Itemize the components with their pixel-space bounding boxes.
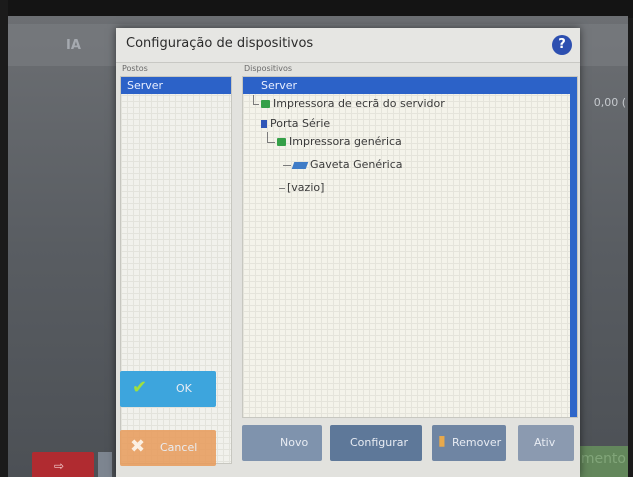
tree-line	[267, 132, 268, 142]
posto-item-label: Server	[127, 79, 164, 92]
configurar-button[interactable]: Configurar	[330, 425, 422, 461]
tree-item-screen-printer[interactable]: Impressora de ecrã do servidor	[261, 97, 445, 110]
tree-item-label: Porta Série	[270, 117, 331, 130]
tree-item-cash-drawer[interactable]: Gaveta Genérica	[291, 158, 403, 171]
tree-item-label: Impressora genérica	[289, 135, 402, 148]
tree-item-generic-printer[interactable]: Impressora genérica	[277, 135, 402, 148]
help-button[interactable]: ?	[552, 35, 572, 55]
dialog-header: Configuração de dispositivos ?	[116, 28, 580, 63]
cancel-label: Cancel	[160, 441, 198, 454]
novo-button[interactable]: Novo	[242, 425, 322, 461]
tree-item-label: [vazio]	[287, 181, 325, 194]
posto-item-server[interactable]: Server	[121, 77, 231, 94]
dialog-title: Configuração de dispositivos	[126, 36, 314, 51]
tree-line	[283, 165, 291, 166]
check-icon: ✔	[132, 377, 148, 398]
tree-root-server[interactable]: Server	[243, 77, 570, 94]
dispositivos-tree: Server Impressora de ecrã do servidor Po…	[242, 76, 578, 418]
vertical-scrollbar[interactable]	[570, 77, 577, 417]
configurar-label: Configurar	[350, 436, 409, 449]
ok-label: OK	[176, 382, 192, 395]
tree-line	[253, 104, 259, 105]
serial-port-icon	[261, 120, 267, 128]
ativ-button[interactable]: Ativ	[518, 425, 574, 461]
tree-root-label: Server	[261, 79, 298, 92]
background-button[interactable]	[98, 452, 112, 477]
background-exit-button[interactable]: ⇨	[32, 452, 94, 477]
ok-button[interactable]: ✔ OK	[120, 371, 216, 407]
background-label: IA	[66, 38, 81, 53]
novo-label: Novo	[280, 436, 309, 449]
printer-icon	[261, 100, 270, 108]
exit-icon: ⇨	[54, 459, 65, 473]
device-configuration-dialog: Configuração de dispositivos ? Postos Di…	[116, 28, 580, 477]
remover-label: Remover	[452, 436, 502, 449]
cancel-button[interactable]: ✖ Cancel	[120, 430, 216, 466]
tree-line	[279, 188, 285, 189]
printer-icon	[277, 138, 286, 146]
tree-item-empty[interactable]: [vazio]	[287, 181, 324, 194]
close-icon: ✖	[130, 436, 146, 457]
tree-item-label: Gaveta Genérica	[310, 158, 403, 171]
tree-item-serial-port[interactable]: Porta Série	[261, 117, 330, 130]
tree-line	[267, 142, 275, 143]
ativ-label: Ativ	[534, 436, 556, 449]
background-amount: 0,00 (	[593, 96, 626, 109]
cash-drawer-icon	[291, 162, 309, 169]
monitor-bezel-left	[0, 0, 8, 477]
tree-item-label: Impressora de ecrã do servidor	[273, 97, 445, 110]
remover-button[interactable]: ▮ Remover	[432, 425, 506, 461]
postos-label: Postos	[122, 64, 148, 73]
trash-icon: ▮	[438, 433, 446, 449]
dispositivos-label: Dispositivos	[244, 64, 293, 73]
